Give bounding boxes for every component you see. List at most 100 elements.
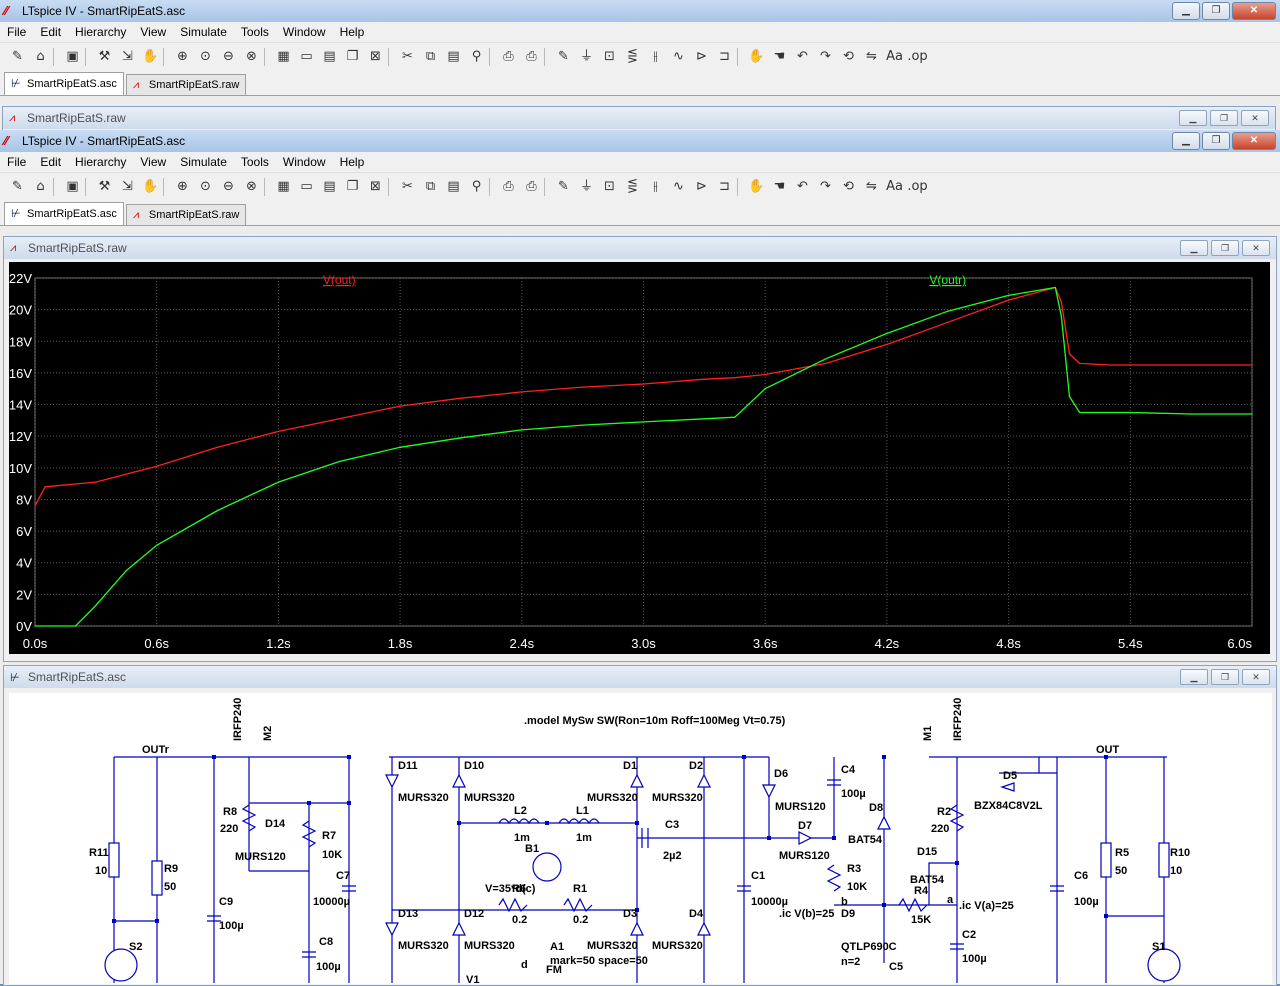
cut-icon[interactable]: ✂ — [397, 177, 418, 197]
schematic-label[interactable]: 50 — [164, 881, 176, 893]
child-maximize-button[interactable]: ❐ — [1210, 110, 1238, 126]
undo-icon[interactable]: ↶ — [792, 177, 813, 197]
diode-icon[interactable]: ⊳ — [691, 47, 712, 67]
schematic-label[interactable]: 15K — [911, 914, 931, 926]
schematic-label[interactable]: C5 — [889, 961, 903, 973]
menu-file[interactable]: File — [0, 25, 33, 39]
schematic-label[interactable]: MURS320 — [587, 940, 638, 952]
paste-icon[interactable]: ▤ — [443, 47, 464, 67]
move-icon[interactable]: ✋ — [746, 47, 767, 67]
menu-help[interactable]: Help — [333, 155, 372, 169]
paste-icon[interactable]: ▤ — [443, 177, 464, 197]
close-window-icon[interactable]: ⊠ — [365, 47, 386, 67]
print-icon[interactable]: ⎙ — [521, 47, 542, 67]
close-button[interactable]: ✕ — [1232, 2, 1276, 20]
drag-icon[interactable]: ☚ — [769, 177, 790, 197]
schematic-label[interactable]: C2 — [962, 929, 976, 941]
close-button[interactable]: ✕ — [1232, 132, 1276, 150]
schematic-label[interactable]: 10 — [1170, 865, 1182, 877]
schematic-label[interactable]: 1m — [576, 832, 592, 844]
zoom-cancel-icon[interactable]: ⊗ — [241, 177, 262, 197]
inductor-icon[interactable]: ∿ — [668, 177, 689, 197]
capacitor-icon[interactable]: ⫲ — [645, 177, 666, 197]
menu-hierarchy[interactable]: Hierarchy — [68, 25, 133, 39]
capacitor-icon[interactable]: ⫲ — [645, 47, 666, 67]
schematic-label[interactable]: 100µ — [962, 953, 987, 965]
menu-edit[interactable]: Edit — [33, 155, 68, 169]
schematic-label[interactable]: 10 — [95, 865, 107, 877]
open-icon[interactable]: ⌂ — [30, 177, 51, 197]
resistor-icon[interactable]: ⋚ — [622, 177, 643, 197]
label-icon[interactable]: ⊡ — [599, 177, 620, 197]
schematic-label[interactable]: L2 — [514, 805, 527, 817]
schematic-label[interactable]: D6 — [774, 768, 788, 780]
control-panel-icon[interactable]: ⚒ — [94, 177, 115, 197]
spice-directive-icon[interactable]: .op — [907, 47, 928, 67]
schematic-label[interactable]: R7 — [322, 830, 336, 842]
print-setup-icon[interactable]: ⎙ — [498, 177, 519, 197]
child-maximize-button[interactable]: ❐ — [1211, 669, 1239, 685]
zoom-extent-icon[interactable]: ▭ — [296, 47, 317, 67]
zoom-in-icon[interactable]: ⊕ — [172, 177, 193, 197]
schematic-label[interactable]: S1 — [1152, 941, 1165, 953]
schematic-label[interactable]: 10000µ — [751, 896, 788, 908]
halt-icon[interactable]: ✋ — [140, 47, 161, 67]
menu-simulate[interactable]: Simulate — [173, 155, 234, 169]
zoom-out-icon[interactable]: ⊖ — [218, 177, 239, 197]
schematic-label[interactable]: OUTr — [142, 744, 170, 756]
schematic-label[interactable]: OUT — [1096, 744, 1120, 756]
text-icon[interactable]: Aa — [884, 47, 905, 67]
schematic-label[interactable]: 100µ — [316, 961, 341, 973]
copy-icon[interactable]: ⧉ — [420, 47, 441, 67]
schematic-label[interactable]: D15 — [917, 846, 937, 858]
component-icon[interactable]: ⊐ — [714, 177, 735, 197]
schematic-label[interactable]: C8 — [319, 936, 333, 948]
copy-icon[interactable]: ⧉ — [420, 177, 441, 197]
schematic-label[interactable]: D12 — [464, 908, 484, 920]
child-close-button[interactable]: ✕ — [1242, 669, 1270, 685]
ground-icon[interactable]: ⏚ — [576, 177, 597, 197]
schematic-label[interactable]: MURS320 — [464, 940, 515, 952]
schematic-label[interactable]: 10000µ — [313, 896, 350, 908]
minimize-button[interactable]: ▁ — [1172, 132, 1200, 150]
waveform-plot[interactable]: 0V 2V 4V 6V 8V 10V 12V 14V 16V 18V 20V 22V 0.0s 0.6s 1… — [9, 262, 1270, 654]
menu-hierarchy[interactable]: Hierarchy — [68, 155, 133, 169]
schematic-label[interactable]: MURS320 — [652, 792, 703, 804]
label-icon[interactable]: ⊡ — [599, 47, 620, 67]
schematic-label[interactable]: 10K — [322, 849, 342, 861]
minimize-button[interactable]: ▁ — [1172, 2, 1200, 20]
child-minimize-button[interactable]: ▁ — [1180, 240, 1208, 256]
save-icon[interactable]: ▣ — [62, 177, 83, 197]
schematic-label[interactable]: MURS320 — [398, 940, 449, 952]
schematic-label[interactable]: D2 — [689, 760, 703, 772]
cut-icon[interactable]: ✂ — [397, 47, 418, 67]
control-panel-icon[interactable]: ⚒ — [94, 47, 115, 67]
schematic-label[interactable]: S2 — [129, 941, 142, 953]
print-icon[interactable]: ⎙ — [521, 177, 542, 197]
waveform-chart[interactable]: 0V 2V 4V 6V 8V 10V 12V 14V 16V 18V 20V 22V 0.0s 0.6s 1… — [9, 262, 1270, 654]
schematic-label[interactable]: D13 — [398, 908, 418, 920]
tile-icon[interactable]: ▤ — [319, 177, 340, 197]
schematic-label[interactable]: 50 — [1115, 865, 1127, 877]
schematic-label[interactable]: BZX84C8V2L — [974, 800, 1043, 812]
run-icon[interactable]: ⇲ — [117, 47, 138, 67]
schematic-label[interactable]: D3 — [623, 908, 637, 920]
zoom-cancel-icon[interactable]: ⊗ — [241, 47, 262, 67]
schematic-label[interactable]: R1 — [573, 883, 587, 895]
schematic-label[interactable]: 0.2 — [512, 914, 527, 926]
schematic-label[interactable]: A1 — [550, 941, 564, 953]
save-icon[interactable]: ▣ — [62, 47, 83, 67]
schematic-label[interactable]: 220 — [220, 823, 238, 835]
child-close-button[interactable]: ✕ — [1242, 240, 1270, 256]
schematic-label[interactable]: M1 — [922, 726, 934, 741]
schematic-label[interactable]: R6 — [512, 883, 526, 895]
menu-edit[interactable]: Edit — [33, 25, 68, 39]
find-icon[interactable]: ⚲ — [466, 177, 487, 197]
redo-icon[interactable]: ↷ — [815, 47, 836, 67]
child-maximize-button[interactable]: ❐ — [1211, 240, 1239, 256]
text-icon[interactable]: Aa — [884, 177, 905, 197]
child-minimize-button[interactable]: ▁ — [1180, 669, 1208, 685]
mirror-icon[interactable]: ⇋ — [861, 177, 882, 197]
schematic-label[interactable]: D1 — [623, 760, 637, 772]
schematic-label[interactable]: R9 — [164, 863, 178, 875]
